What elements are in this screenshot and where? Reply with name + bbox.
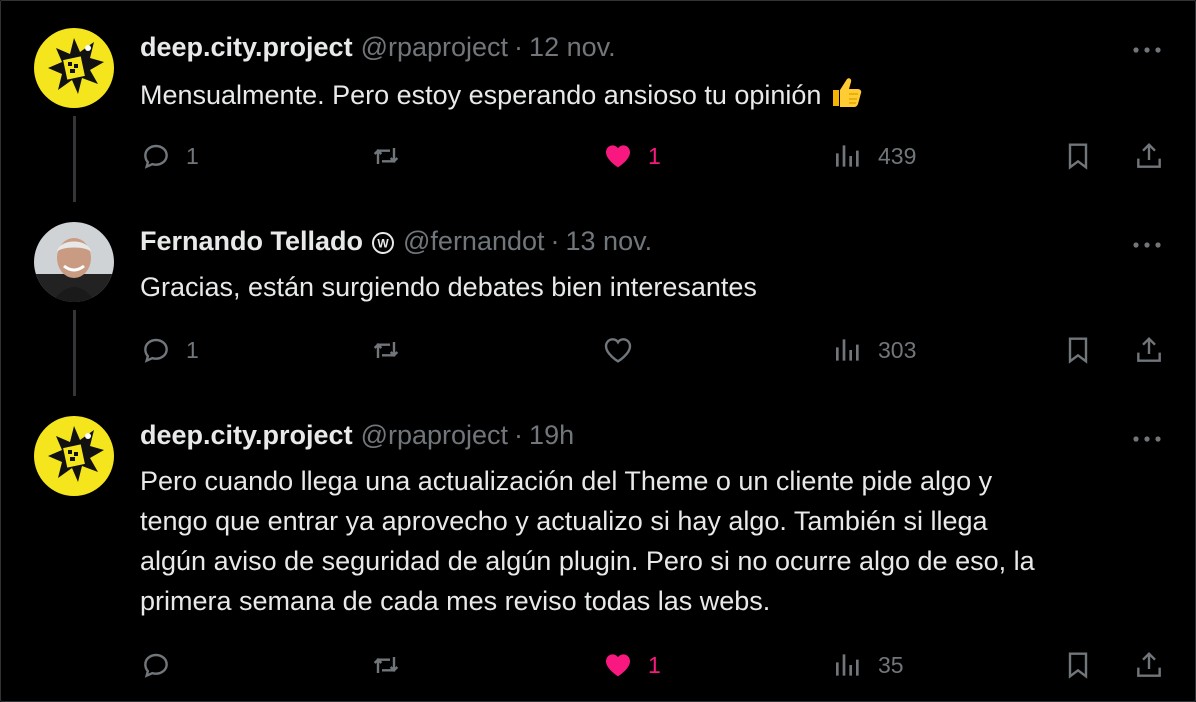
svg-text:W: W xyxy=(377,237,389,251)
retweet-icon xyxy=(373,342,399,358)
tweet[interactable]: deep.city.project @rpaproject · 12 nov. … xyxy=(0,0,1196,200)
bookmark-button[interactable] xyxy=(1062,330,1094,370)
tweet-header: deep.city.project @rpaproject · 19h xyxy=(140,418,574,452)
handle[interactable]: @rpaproject xyxy=(361,418,508,452)
reply-button[interactable]: 1 xyxy=(140,330,199,370)
separator: · xyxy=(514,420,524,450)
tweet-actions: 1 303 xyxy=(140,330,1170,370)
logo-avatar-icon xyxy=(34,28,114,108)
like-button[interactable]: 1 xyxy=(602,136,661,176)
share-icon xyxy=(1137,651,1161,677)
more-options-icon[interactable] xyxy=(1132,431,1162,442)
display-name[interactable]: Fernando Tellado xyxy=(140,224,363,258)
share-button[interactable] xyxy=(1133,645,1165,685)
bookmark-button[interactable] xyxy=(1062,645,1094,685)
views-button[interactable]: 303 xyxy=(832,330,916,370)
tweet-text-line: Pero cuando llega una actualización del … xyxy=(140,466,993,496)
reply-button[interactable]: 1 xyxy=(140,136,199,176)
verified-badge-icon: W xyxy=(371,229,395,254)
timestamp[interactable]: 19h xyxy=(529,418,574,452)
share-button[interactable] xyxy=(1133,330,1165,370)
retweet-button[interactable] xyxy=(370,645,416,685)
avatar[interactable] xyxy=(34,416,114,496)
retweet-icon xyxy=(373,148,399,164)
tweet-text: Pero cuando llega una actualización del … xyxy=(140,461,1150,621)
reply-button[interactable] xyxy=(140,645,186,685)
separator: · xyxy=(550,226,560,256)
heart-filled-icon xyxy=(606,145,630,168)
like-count: 1 xyxy=(648,142,661,169)
display-name[interactable]: deep.city.project xyxy=(140,30,353,64)
heart-icon xyxy=(604,338,632,363)
handle[interactable]: @fernandot xyxy=(403,224,545,258)
like-button[interactable]: 1 xyxy=(602,645,661,685)
heart-filled-icon xyxy=(606,654,630,677)
views-icon xyxy=(836,145,859,167)
bookmark-icon xyxy=(1068,143,1088,170)
like-button[interactable] xyxy=(602,330,648,370)
tweet-text: Mensualmente. Pero estoy esperando ansio… xyxy=(140,74,1150,121)
timestamp[interactable]: 12 nov. xyxy=(529,30,616,64)
share-icon xyxy=(1137,142,1161,168)
handle[interactable]: @rpaproject xyxy=(361,30,508,64)
tweet-text-line: primera semana de cada mes reviso todas … xyxy=(140,586,771,616)
more-options-icon[interactable] xyxy=(1132,42,1162,53)
retweet-button[interactable] xyxy=(370,330,416,370)
bookmark-icon xyxy=(1068,652,1088,679)
tweet-header: Fernando Tellado W @fernandot · 13 nov. xyxy=(140,224,652,258)
tweet-text: Gracias, están surgiendo debates bien in… xyxy=(140,272,757,302)
views-button[interactable]: 35 xyxy=(832,645,904,685)
views-icon xyxy=(836,339,859,361)
retweet-button[interactable] xyxy=(370,136,416,176)
timestamp[interactable]: 13 nov. xyxy=(566,224,653,258)
separator: · xyxy=(514,32,524,62)
tweet-text-content: Mensualmente. Pero estoy esperando ansio… xyxy=(140,80,822,110)
reply-icon xyxy=(144,144,168,169)
bookmark-button[interactable] xyxy=(1062,136,1094,176)
view-count: 35 xyxy=(878,651,904,678)
reply-icon xyxy=(144,338,168,363)
tweet-text-line: tengo que entrar ya aprovecho y actualiz… xyxy=(140,506,988,536)
tweet-header: deep.city.project @rpaproject · 12 nov. xyxy=(140,30,616,64)
logo-avatar-icon xyxy=(34,416,114,496)
reply-count: 1 xyxy=(186,336,199,363)
reply-count: 1 xyxy=(186,142,199,169)
profile-photo-icon xyxy=(34,222,114,302)
views-button[interactable]: 439 xyxy=(832,136,916,176)
views-icon xyxy=(836,654,859,676)
tweet[interactable]: Fernando Tellado W @fernandot · 13 nov. … xyxy=(0,200,1196,395)
tweet-actions: 1 1 439 xyxy=(140,136,1170,176)
retweet-icon xyxy=(373,657,399,673)
avatar[interactable] xyxy=(34,222,114,302)
more-options-icon[interactable] xyxy=(1132,237,1162,248)
bookmark-icon xyxy=(1068,337,1088,364)
share-button[interactable] xyxy=(1133,136,1165,176)
avatar[interactable] xyxy=(34,28,114,108)
view-count: 303 xyxy=(878,336,917,363)
thumbs-up-icon xyxy=(827,74,863,121)
tweet[interactable]: deep.city.project @rpaproject · 19h Pero… xyxy=(0,395,1196,702)
view-count: 439 xyxy=(878,142,917,169)
reply-icon xyxy=(144,653,168,678)
share-icon xyxy=(1137,336,1161,362)
tweet-actions: 1 35 xyxy=(140,645,1170,685)
like-count: 1 xyxy=(648,651,661,678)
tweet-text-line: algún aviso de seguridad de algún plugin… xyxy=(140,546,1035,576)
display-name[interactable]: deep.city.project xyxy=(140,418,353,452)
